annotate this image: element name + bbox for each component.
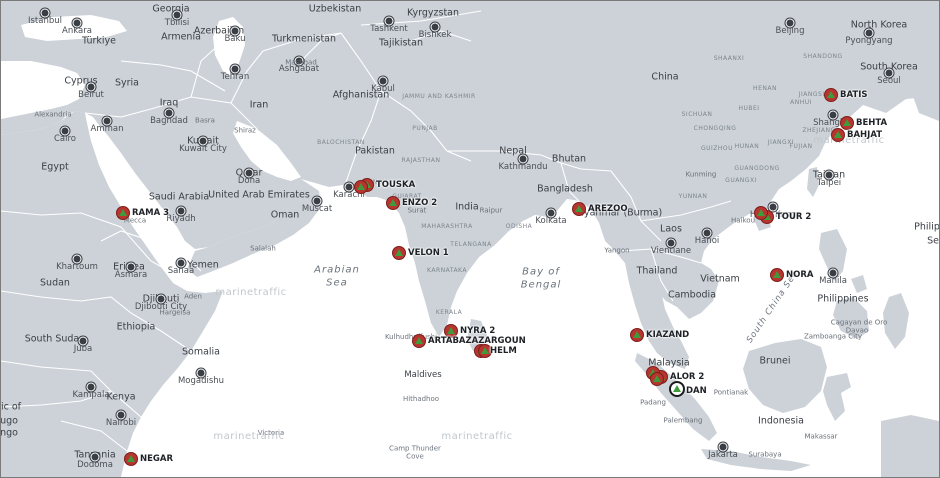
- capital-marker: [102, 116, 112, 126]
- vessel-label-nora[interactable]: NORA: [786, 271, 813, 280]
- capital-marker: [90, 452, 100, 462]
- capital-marker: [294, 56, 304, 66]
- capital-marker: [518, 154, 528, 164]
- capital-marker: [230, 26, 240, 36]
- vessel-marker-dan[interactable]: [669, 381, 685, 397]
- vessel-label-negar[interactable]: NEGAR: [140, 455, 173, 464]
- capital-marker: [126, 262, 136, 272]
- capital-marker: [72, 18, 82, 28]
- capital-marker: [164, 108, 174, 118]
- map-basemap: [1, 1, 939, 477]
- map-viewport[interactable]: Türkiye Syria Iraq Iran Egypt Saudi Arabia Oma…: [0, 0, 940, 478]
- vessel-label-touska[interactable]: TOUSKA: [376, 181, 415, 190]
- capital-marker: [884, 68, 894, 78]
- vessel-label-kiazand[interactable]: KIAZAND: [646, 331, 689, 340]
- capital-marker: [230, 64, 240, 74]
- vessel-marker-batis[interactable]: [824, 88, 838, 102]
- capital-marker: [176, 258, 186, 268]
- vessel-label-dan[interactable]: DAN: [686, 387, 707, 396]
- vessel-marker-artabazazargoun[interactable]: [412, 334, 426, 348]
- vessel-marker-enzo-2[interactable]: [386, 196, 400, 210]
- vessel-label-alor-2[interactable]: ALOR 2: [670, 373, 704, 382]
- capital-marker: [198, 136, 208, 146]
- capital-marker: [344, 182, 354, 192]
- capital-marker: [864, 28, 874, 38]
- capital-marker: [60, 126, 70, 136]
- vessel-marker-arezoo[interactable]: [572, 202, 586, 216]
- vessel-marker-cluster[interactable]: [354, 180, 368, 194]
- capital-marker: [702, 228, 712, 238]
- vessel-marker-negar[interactable]: [124, 452, 138, 466]
- capital-marker: [718, 442, 728, 452]
- vessel-marker-nora[interactable]: [770, 268, 784, 282]
- capital-marker: [40, 8, 50, 18]
- capital-marker: [86, 382, 96, 392]
- vessel-marker-bahjat[interactable]: [831, 128, 845, 142]
- capital-marker: [176, 206, 186, 216]
- capital-marker: [156, 294, 166, 304]
- vessel-marker-cluster[interactable]: [650, 372, 664, 386]
- capital-marker: [546, 208, 556, 218]
- capital-marker: [196, 368, 206, 378]
- vessel-label-bahjat[interactable]: BAHJAT: [847, 131, 882, 140]
- capital-marker: [244, 168, 254, 178]
- vessel-marker-rama-3[interactable]: [116, 206, 130, 220]
- capital-marker: [312, 196, 322, 206]
- capital-marker: [384, 16, 394, 26]
- vessel-marker-kiazand[interactable]: [630, 328, 644, 342]
- capital-marker: [116, 410, 126, 420]
- vessel-label-helm[interactable]: HELM: [490, 347, 517, 356]
- capital-marker: [824, 170, 834, 180]
- capital-marker: [828, 110, 838, 120]
- vessel-label-enzo-2[interactable]: ENZO 2: [402, 199, 437, 208]
- capital-marker: [172, 10, 182, 20]
- vessel-label-velon-1[interactable]: VELON 1: [408, 249, 449, 258]
- capital-marker: [828, 268, 838, 278]
- capital-marker: [72, 254, 82, 264]
- capital-marker: [378, 76, 388, 86]
- capital-marker: [666, 238, 676, 248]
- vessel-label-rama-3[interactable]: RAMA 3: [132, 209, 169, 218]
- vessel-marker-cluster[interactable]: [754, 206, 768, 220]
- vessel-label-tour-2[interactable]: TOUR 2: [776, 213, 811, 222]
- vessel-label-arezoo[interactable]: AREZOO: [588, 205, 628, 214]
- vessel-label-batis[interactable]: BATIS: [840, 91, 867, 100]
- capital-marker: [86, 82, 96, 92]
- vessel-label-behta[interactable]: BEHTA: [856, 119, 887, 128]
- capital-marker: [78, 336, 88, 346]
- vessel-marker-behta[interactable]: [840, 116, 854, 130]
- capital-marker: [785, 18, 795, 28]
- capital-marker: [430, 22, 440, 32]
- vessel-label-nyra-2[interactable]: NYRA 2: [460, 327, 495, 336]
- vessel-marker-velon-1[interactable]: [392, 246, 406, 260]
